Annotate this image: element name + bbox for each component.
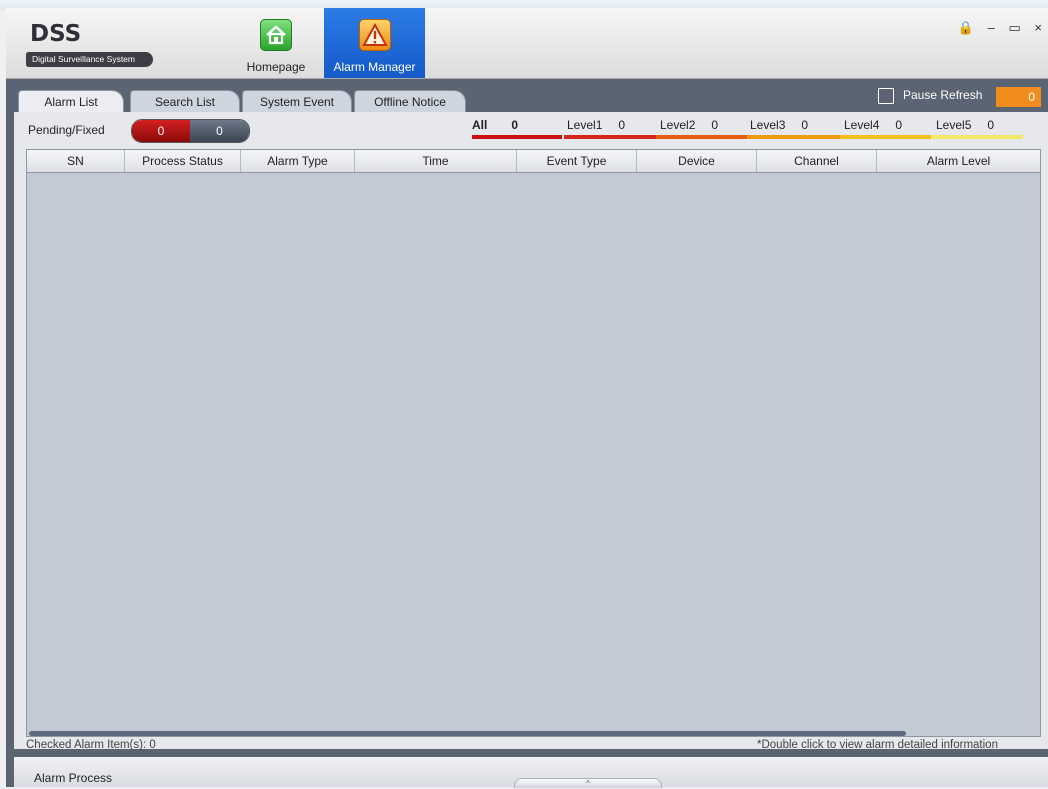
fixed-count[interactable]: 0 — [190, 120, 249, 142]
level-filter-4[interactable]: Level4 0 — [840, 117, 931, 139]
alarm-table[interactable]: SN Process Status Alarm Type Time Event … — [26, 149, 1041, 737]
level4-bar — [840, 135, 931, 139]
nav-alarm-manager-label: Alarm Manager — [333, 60, 416, 74]
level-filter-1[interactable]: Level1 0 — [564, 117, 656, 139]
app-window: DSS Digital Surveillance System Homepage — [6, 8, 1048, 788]
column-process-status[interactable]: Process Status — [125, 150, 241, 172]
level3-bar — [747, 135, 840, 139]
window-controls: 🔒 – ▭ × — [948, 20, 1042, 36]
alarm-process-label: Alarm Process — [34, 771, 113, 785]
alarm-list-panel: Pending/Fixed 0 0 All 0 Level1 0 Level2 0 L… — [14, 112, 1048, 751]
pending-fixed-label: Pending/Fixed — [28, 123, 105, 137]
level4-count: 0 — [895, 118, 903, 132]
level2-count: 0 — [711, 118, 719, 132]
maximize-icon[interactable]: ▭ — [1008, 20, 1020, 36]
tab-offline-notice[interactable]: Offline Notice — [354, 90, 466, 113]
column-event-type[interactable]: Event Type — [517, 150, 637, 172]
tab-alarm-list[interactable]: Alarm List — [18, 90, 124, 113]
column-channel[interactable]: Channel — [757, 150, 877, 172]
level-all-bar — [472, 135, 562, 139]
pause-refresh-checkbox[interactable] — [878, 88, 894, 104]
close-icon[interactable]: × — [1034, 20, 1042, 35]
tab-search-list[interactable]: Search List — [130, 90, 240, 113]
nav-homepage-button[interactable]: Homepage — [239, 8, 313, 78]
header: DSS Digital Surveillance System Homepage — [6, 8, 1048, 79]
pause-refresh-count: 0 — [996, 87, 1041, 107]
column-alarm-type[interactable]: Alarm Type — [241, 150, 355, 172]
level3-count: 0 — [801, 118, 809, 132]
column-time[interactable]: Time — [355, 150, 517, 172]
tab-system-event[interactable]: System Event — [242, 90, 352, 113]
nav-homepage-label: Homepage — [246, 60, 306, 74]
level1-label: Level1 — [567, 118, 603, 132]
pending-fixed-toggle[interactable]: 0 0 — [131, 119, 250, 143]
app-logo: DSS — [30, 21, 82, 47]
level5-bar — [931, 135, 1023, 139]
minimize-icon[interactable]: – — [988, 20, 995, 35]
pause-refresh-label: Pause Refresh — [903, 88, 983, 102]
table-header: SN Process Status Alarm Type Time Event … — [27, 150, 1040, 173]
level-filter-all[interactable]: All 0 — [472, 117, 562, 139]
pending-count[interactable]: 0 — [132, 120, 190, 142]
alarm-process-bar: Alarm Process ^ — [14, 757, 1048, 788]
level1-count: 0 — [618, 118, 626, 132]
level4-label: Level4 — [844, 118, 880, 132]
level2-bar — [656, 135, 747, 139]
level-all-label: All — [472, 118, 488, 132]
level-filter-2[interactable]: Level2 0 — [656, 117, 747, 139]
double-click-hint: *Double click to view alarm detailed inf… — [757, 739, 998, 751]
home-icon — [260, 19, 292, 51]
level-all-count: 0 — [511, 118, 519, 132]
level2-label: Level2 — [660, 118, 696, 132]
checked-alarm-count: Checked Alarm Item(s): 0 — [26, 739, 156, 751]
app-subtitle: Digital Surveillance System — [26, 52, 153, 67]
level5-label: Level5 — [936, 118, 972, 132]
tab-bar: Alarm List Search List System Event Offl… — [6, 79, 1048, 113]
level-filter-3[interactable]: Level3 0 — [747, 117, 840, 139]
horizontal-scrollbar[interactable] — [29, 731, 906, 736]
nav-alarm-manager-button[interactable]: Alarm Manager — [324, 8, 425, 78]
level1-bar — [564, 135, 656, 139]
alarm-warning-icon — [358, 19, 391, 51]
column-sn[interactable]: SN — [27, 150, 125, 172]
level5-count: 0 — [987, 118, 995, 132]
level-filter-5[interactable]: Level5 0 — [931, 117, 1023, 139]
level3-label: Level3 — [750, 118, 786, 132]
column-device[interactable]: Device — [637, 150, 757, 172]
lock-icon[interactable]: 🔒 — [958, 20, 974, 36]
column-alarm-level[interactable]: Alarm Level — [877, 150, 1040, 172]
